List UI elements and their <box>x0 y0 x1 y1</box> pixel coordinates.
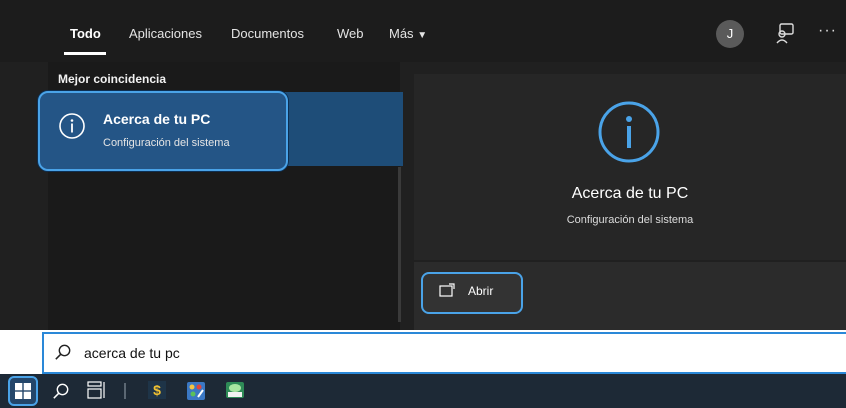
preview-title: Acerca de tu PC <box>571 185 689 202</box>
tab-web[interactable]: Web <box>337 26 364 41</box>
paint-app-icon[interactable] <box>186 381 206 401</box>
taskbar-separator <box>124 383 126 399</box>
result-title: Acerca de tu PC <box>103 111 211 127</box>
avatar[interactable]: J <box>716 20 744 48</box>
open-window-icon <box>439 283 455 297</box>
open-button-label: Abrir <box>468 284 494 298</box>
pane-divider <box>398 167 401 322</box>
active-tab-indicator <box>64 52 106 55</box>
preview-subtitle: Configuración del sistema <box>566 214 694 226</box>
info-icon <box>598 101 660 163</box>
best-match-heading: Mejor coincidencia <box>58 72 167 86</box>
windows-logo-icon <box>15 383 31 399</box>
search-input[interactable] <box>84 342 784 364</box>
feedback-icon[interactable] <box>774 22 796 44</box>
more-options-icon[interactable]: ··· <box>818 22 837 40</box>
landscape-app-icon[interactable] <box>226 382 244 398</box>
chevron-down-icon: ▼ <box>417 30 428 41</box>
search-icon <box>55 344 71 360</box>
tab-mas[interactable]: Más ▼ <box>389 26 427 41</box>
tab-mas-label: Más <box>389 26 414 41</box>
svg-text:$: $ <box>153 382 161 398</box>
taskbar-search-icon[interactable] <box>52 382 70 400</box>
tab-documentos[interactable]: Documentos <box>231 26 304 41</box>
dollar-app-icon[interactable]: $ <box>148 381 166 399</box>
task-view-icon[interactable] <box>86 381 106 399</box>
result-subtitle: Configuración del sistema <box>103 137 230 149</box>
tab-todo[interactable]: Todo <box>70 26 101 41</box>
taskbar <box>0 374 846 408</box>
tab-aplicaciones[interactable]: Aplicaciones <box>129 26 202 41</box>
info-icon <box>59 113 85 139</box>
